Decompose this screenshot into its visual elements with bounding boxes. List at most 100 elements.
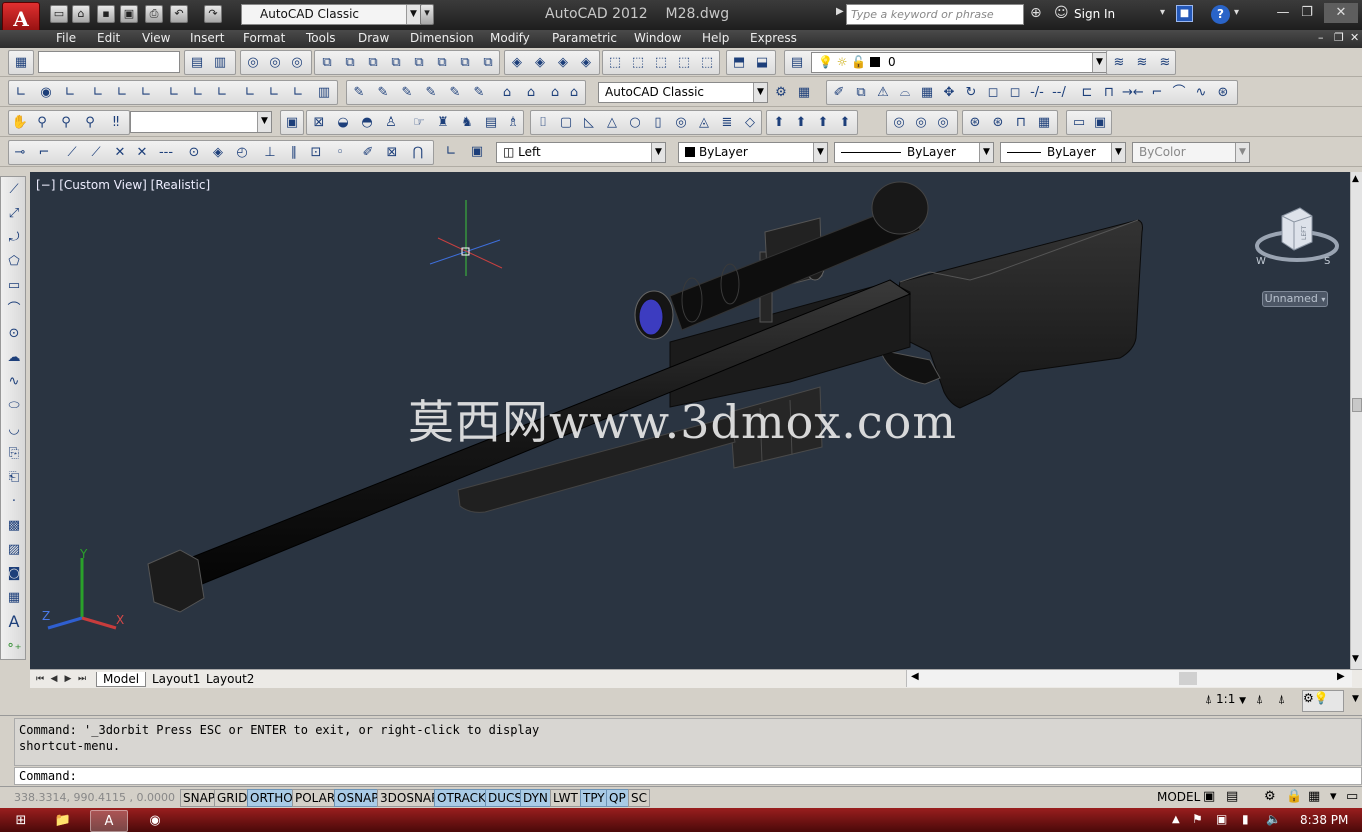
named-view-combo[interactable] xyxy=(38,51,180,73)
restore-icon[interactable]: ❐ xyxy=(1294,3,1320,23)
scale-icon[interactable]: ◻ xyxy=(984,84,1002,102)
paste-icon[interactable]: ✎ xyxy=(374,84,392,102)
arc-icon[interactable]: ⌒ xyxy=(5,301,23,319)
annotation-visibility-icon[interactable]: ⍋ xyxy=(1256,692,1263,707)
chamfer-icon[interactable]: ⌐ xyxy=(1148,84,1166,102)
intersect-icon[interactable]: ◎ xyxy=(288,54,306,72)
tab-layout2[interactable]: Layout2 xyxy=(202,672,258,686)
text-window-icon[interactable]: ▭ xyxy=(1070,114,1088,132)
swivel-icon[interactable]: ♜ xyxy=(434,114,452,132)
free-orbit-icon[interactable]: ◒ xyxy=(334,114,352,132)
clean-icon[interactable]: ◈ xyxy=(531,54,549,72)
workspace-switch-icon[interactable]: ⚙💡 xyxy=(1302,690,1344,712)
pan-icon[interactable]: ✋ xyxy=(11,114,29,132)
cylinder-icon[interactable]: ▯ xyxy=(649,114,667,132)
workspace-settings-icon[interactable]: ⚙ xyxy=(772,84,790,102)
circle-icon[interactable]: ⊙ xyxy=(5,325,23,343)
attach-icon[interactable]: ⌂ xyxy=(498,84,516,102)
menu-express[interactable]: Express xyxy=(750,31,797,45)
clean-screen-icon[interactable]: ▭ xyxy=(1346,789,1358,804)
redo-icon[interactable]: ↷ xyxy=(204,5,222,23)
network-icon[interactable]: ▣ xyxy=(1216,812,1227,826)
next-tab-icon[interactable]: ▶ xyxy=(62,673,74,685)
save-as-icon[interactable]: ▣ xyxy=(120,5,138,23)
quick-view-drawings-icon[interactable]: ▤ xyxy=(1226,789,1238,804)
wedge-icon[interactable]: ◺ xyxy=(580,114,598,132)
new-file-icon[interactable]: ▭ xyxy=(50,5,68,23)
trim-icon[interactable]: -/- xyxy=(1028,84,1046,102)
snap-nearest-icon[interactable]: ✐ xyxy=(359,144,377,162)
3drotate-icon[interactable]: ⊛ xyxy=(989,114,1007,132)
scroll-down-icon[interactable]: ▼ xyxy=(1352,654,1359,664)
block-editor-icon[interactable]: ✎ xyxy=(446,84,464,102)
horizontal-scroll-thumb[interactable] xyxy=(1179,672,1197,685)
command-input[interactable]: Command: xyxy=(14,767,1362,785)
insert-block-side-icon[interactable]: ⎘ xyxy=(5,445,23,463)
toggle-osnap[interactable]: OSNAP xyxy=(334,789,382,807)
revision-cloud-icon[interactable]: ☁ xyxy=(5,349,23,367)
ucs-face-icon[interactable]: ∟ xyxy=(89,84,107,102)
tab-layout1[interactable]: Layout1 xyxy=(148,672,204,686)
zoom-previous-icon[interactable]: ⚲ xyxy=(81,114,99,132)
tab-model[interactable]: Model xyxy=(96,672,147,687)
union-icon[interactable]: ◎ xyxy=(244,54,262,72)
toggle-sc[interactable]: SC xyxy=(628,789,650,807)
helix-icon[interactable]: ≣ xyxy=(718,114,736,132)
move-icon[interactable]: ✥ xyxy=(940,84,958,102)
menu-dimension[interactable]: Dimension xyxy=(410,31,474,45)
point-icon[interactable]: · xyxy=(5,493,23,511)
3darray-icon[interactable]: ▦ xyxy=(1035,114,1053,132)
lock-ui-icon[interactable]: 🔒 xyxy=(1286,789,1302,804)
polyline-icon[interactable]: ⤾ xyxy=(5,229,23,247)
menu-format[interactable]: Format xyxy=(243,31,285,45)
viewports-icon[interactable]: ▣ xyxy=(283,114,301,132)
snap-parallel-icon[interactable]: ∥ xyxy=(285,144,303,162)
lineweight-combo[interactable]: ByLayer ▼ xyxy=(1000,142,1126,163)
rectangle-icon[interactable]: ▭ xyxy=(5,277,23,295)
action-center-icon[interactable]: ⚑ xyxy=(1192,812,1203,826)
solid-union-icon[interactable]: ◎ xyxy=(890,114,908,132)
ucs-previous-icon[interactable]: ∟ xyxy=(61,84,79,102)
toggle-ortho[interactable]: ORTHO xyxy=(247,789,296,807)
taper-faces-icon[interactable]: ⧉ xyxy=(433,54,451,72)
temp-track-icon[interactable]: ⊸ xyxy=(11,144,29,162)
color-faces-icon[interactable]: ⧉ xyxy=(479,54,497,72)
ucs-view-icon[interactable]: ∟ xyxy=(137,84,155,102)
undo-icon[interactable]: ↶ xyxy=(170,5,188,23)
offset-faces-icon[interactable]: ⧉ xyxy=(364,54,382,72)
break-icon[interactable]: ⊓ xyxy=(1100,84,1118,102)
coordinates-readout[interactable]: 338.3314, 990.4115 , 0.0000 xyxy=(14,791,175,804)
scroll-up-icon[interactable]: ▲ xyxy=(1352,174,1359,184)
copy-object-icon[interactable]: ⧉ xyxy=(852,84,870,102)
prev-tab-icon[interactable]: ◀ xyxy=(48,673,60,685)
sign-in-button[interactable]: Sign In xyxy=(1074,7,1115,21)
ucs-world-icon[interactable]: ◉ xyxy=(37,84,55,102)
quick-view-layouts-icon[interactable]: ▣ xyxy=(1203,789,1215,804)
separate-icon[interactable]: ◈ xyxy=(554,54,572,72)
workspace-switcher[interactable]: AutoCAD Classic ▼ xyxy=(241,4,421,25)
scroll-right-icon[interactable]: ▶ xyxy=(1337,671,1345,682)
save-icon[interactable]: ▪ xyxy=(97,5,115,23)
osnap-settings-icon[interactable]: ⋂ xyxy=(409,144,427,162)
toggle-lwt[interactable]: LWT xyxy=(550,789,581,807)
solid-subtract-icon[interactable]: ◎ xyxy=(912,114,930,132)
bind-icon[interactable]: ⌂ xyxy=(546,84,564,102)
gradient-icon[interactable]: ▨ xyxy=(5,541,23,559)
layer-states-icon[interactable]: ▦ xyxy=(12,54,30,72)
linetype-combo[interactable]: ByLayer ▼ xyxy=(834,142,994,163)
check-icon[interactable]: ⬚ xyxy=(606,54,624,72)
interfere-icon[interactable]: ⬚ xyxy=(675,54,693,72)
3dmove-icon[interactable]: ⊛ xyxy=(966,114,984,132)
copy-icon[interactable]: ✎ xyxy=(398,84,416,102)
ucs-origin-icon[interactable]: ∟ xyxy=(165,84,183,102)
snap-insert-icon[interactable]: ⊡ xyxy=(307,144,325,162)
array-icon[interactable]: ▦ xyxy=(918,84,936,102)
file-explorer-icon[interactable]: 📁 xyxy=(44,810,82,832)
delete-faces-icon[interactable]: ⧉ xyxy=(387,54,405,72)
ellipse-icon[interactable]: ⬭ xyxy=(5,397,23,415)
toggle-tpy[interactable]: TPY xyxy=(580,789,608,807)
toggle-dyn[interactable]: DYN xyxy=(520,789,551,807)
snap-intersection-icon[interactable]: ✕ xyxy=(111,144,129,162)
layer-properties-icon[interactable]: ▤ xyxy=(788,54,806,72)
table-icon[interactable]: ▦ xyxy=(5,589,23,607)
